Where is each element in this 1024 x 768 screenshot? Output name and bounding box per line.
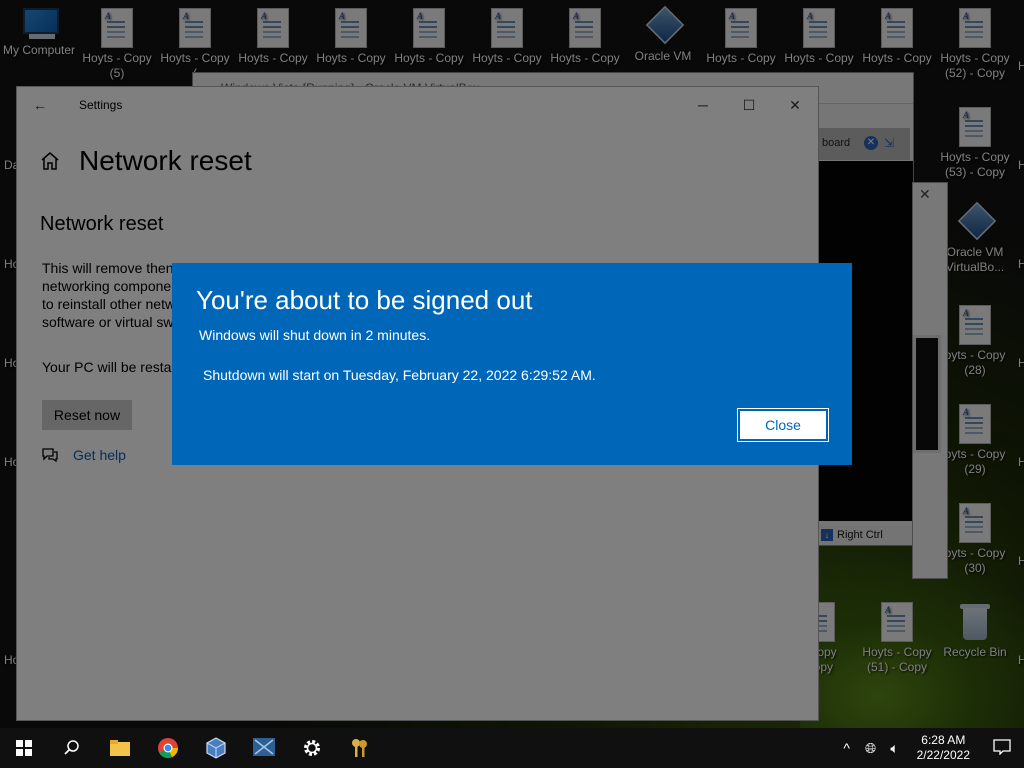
keys-button[interactable] bbox=[336, 728, 384, 768]
search-button[interactable] bbox=[48, 728, 96, 768]
settings-button[interactable] bbox=[288, 728, 336, 768]
clock-date: 2/22/2022 bbox=[916, 748, 970, 762]
chrome-button[interactable] bbox=[144, 728, 192, 768]
volume-icon[interactable]: 🔈︎ bbox=[883, 740, 907, 757]
virtualbox-icon bbox=[206, 737, 226, 759]
chevron-up-icon[interactable]: ^ bbox=[835, 740, 859, 756]
search-icon bbox=[64, 740, 79, 755]
close-button[interactable]: Close bbox=[737, 408, 829, 442]
settings-icon bbox=[304, 740, 320, 756]
taskbar: ^ 🌐︎ 🔈︎ 6:28 AM 2/22/2022 bbox=[0, 728, 1024, 768]
dialog-message: Windows will shut down in 2 minutes. bbox=[199, 327, 431, 343]
clock-time: 6:28 AM bbox=[921, 733, 966, 747]
clock[interactable]: 6:28 AM 2/22/2022 bbox=[917, 733, 970, 763]
chrome-icon bbox=[158, 738, 179, 759]
start-icon bbox=[16, 740, 32, 756]
notifications-icon[interactable] bbox=[980, 738, 1024, 758]
dialog-detail: Shutdown will start on Tuesday, February… bbox=[203, 367, 596, 383]
file-explorer-button[interactable] bbox=[96, 728, 144, 768]
network-icon[interactable]: 🌐︎ bbox=[859, 740, 883, 757]
vista-vm-button[interactable] bbox=[240, 728, 288, 768]
virtualbox-button[interactable] bbox=[192, 728, 240, 768]
file-explorer-icon bbox=[110, 740, 130, 756]
dialog-title: You're about to be signed out bbox=[196, 285, 533, 315]
keys-icon bbox=[352, 739, 367, 757]
start-button[interactable] bbox=[0, 728, 48, 768]
vista-vm-icon bbox=[253, 738, 275, 756]
signout-dialog: You're about to be signed out Windows wi… bbox=[172, 263, 852, 465]
system-tray: ^ 🌐︎ 🔈︎ 6:28 AM 2/22/2022 bbox=[835, 728, 1024, 768]
